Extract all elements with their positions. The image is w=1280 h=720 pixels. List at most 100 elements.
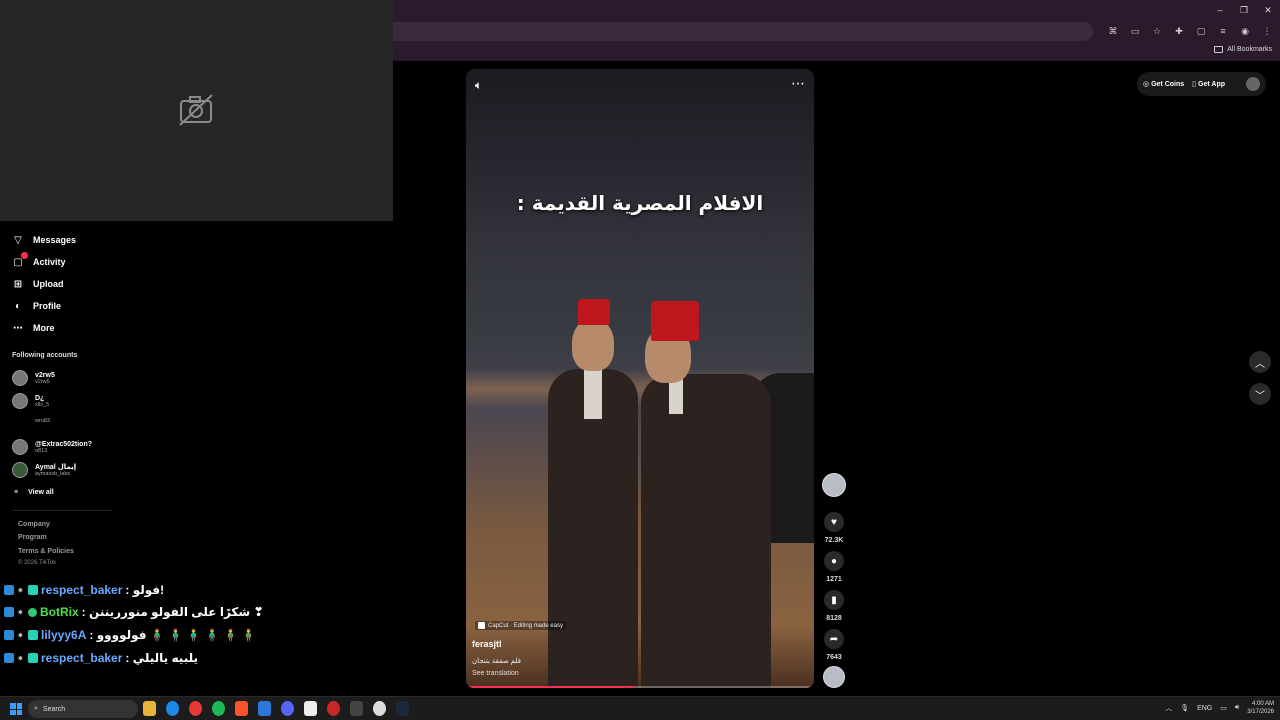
tray-chevron-icon[interactable]: ︿: [1165, 703, 1172, 713]
folder-icon: [1214, 46, 1224, 53]
taskbar: ⌕ Search ︿ 🎙︎ ENG ▭ 🔊︎ 4:00 AM 3/17/2026: [0, 696, 1280, 720]
avatar: [12, 439, 28, 455]
more-icon: ⋯: [13, 322, 23, 334]
star-badge-icon: ✷: [17, 586, 24, 595]
system-tray: ︿ 🎙︎ ENG ▭ 🔊︎ 4:00 AM 3/17/2026: [1165, 700, 1274, 716]
close-button[interactable]: ✕: [1256, 0, 1280, 20]
previous-video-button[interactable]: ︿: [1249, 351, 1271, 373]
star-badge-icon: ✷: [17, 654, 24, 663]
network-icon[interactable]: ▭: [1220, 704, 1227, 712]
star-badge-icon: ✷: [17, 631, 24, 640]
restore-button[interactable]: ❐: [1232, 0, 1256, 20]
profile-icon: ◐: [14, 300, 22, 312]
language-indicator[interactable]: ENG: [1197, 705, 1212, 712]
webcam-overlay: [0, 0, 393, 221]
sidebar-item-upload[interactable]: ⊞ Upload: [12, 277, 64, 291]
microphone-icon[interactable]: 🎙︎: [1180, 704, 1189, 712]
minimize-button[interactable]: –: [1208, 0, 1232, 20]
footer-link-company[interactable]: Company: [18, 521, 50, 528]
verified-badge-icon: [28, 607, 37, 617]
address-bar[interactable]: [393, 22, 1093, 41]
steam-icon[interactable]: [396, 701, 409, 716]
install-icon[interactable]: ▭: [1128, 23, 1142, 39]
video-person-right: [641, 299, 771, 688]
following-account[interactable]: v2rw5 v2rw5: [12, 370, 55, 386]
get-app-button[interactable]: ▯ Get App: [1192, 80, 1225, 89]
video-description: فلم صفقة بتنجان: [472, 658, 521, 665]
chat-username: BotRix: [40, 605, 79, 619]
sidebar-item-profile[interactable]: ◐ Profile: [12, 299, 61, 313]
following-account[interactable]: D¿ xlls_5: [12, 393, 49, 409]
video-progress-bar[interactable]: [466, 686, 814, 688]
user-avatar[interactable]: [1246, 77, 1260, 91]
save-button[interactable]: ▮: [824, 590, 844, 610]
chat-text: : يلبيه ياليلي: [125, 651, 199, 665]
view-all-button[interactable]: ≡ View all: [14, 489, 54, 496]
sidebar-item-activity[interactable]: ▢ Activity: [12, 252, 66, 269]
chat-text: : فولوووو 🧍‍♂️ 🧍‍♂️ 🧍‍♂️ 🧍‍♂️ 🧍‍♂️ 🧍‍♂️: [89, 628, 257, 642]
taskbar-apps: [143, 701, 409, 716]
star-badge-icon: ✷: [17, 608, 24, 617]
bookmark-star-icon[interactable]: ☆: [1150, 23, 1164, 39]
capcut-tag[interactable]: CapCut · Editing made easy: [475, 621, 567, 630]
file-explorer-icon[interactable]: [143, 701, 156, 716]
taskbar-search[interactable]: ⌕ Search: [28, 700, 138, 718]
like-button[interactable]: ♥: [824, 512, 844, 532]
chevron-down-icon: ﹀: [1255, 390, 1265, 402]
account-handle: o813: [35, 447, 48, 454]
footer-link-program[interactable]: Program: [18, 534, 47, 541]
all-bookmarks[interactable]: All Bookmarks: [1214, 46, 1272, 53]
volume-icon[interactable]: 🔊︎: [1235, 704, 1239, 712]
window-controls: – ❐ ✕: [1208, 0, 1280, 20]
video-player[interactable]: الافلام المصرية القديمة : 🔈︎ ⋯ CapCut · …: [466, 69, 814, 688]
get-app-label: Get App: [1198, 80, 1225, 88]
following-account[interactable]: wru83: [35, 418, 50, 424]
settings-icon[interactable]: [373, 701, 386, 716]
video-caption: الافلام المصرية القديمة :: [516, 191, 764, 215]
edge-icon[interactable]: [166, 701, 179, 716]
terminal-icon[interactable]: [350, 701, 363, 716]
profile-icon[interactable]: ◉: [1238, 23, 1252, 39]
outlook-icon[interactable]: [258, 701, 271, 716]
like-count: 72.3K: [824, 537, 844, 544]
chat-message: ✷ respect_baker : يلبيه ياليلي: [4, 650, 198, 666]
more-options-icon[interactable]: ⋯: [791, 75, 805, 92]
obs-icon[interactable]: [304, 701, 317, 716]
spotify-icon[interactable]: [212, 701, 225, 716]
account-handle: wru83: [35, 418, 50, 424]
following-account[interactable]: Aymal إيمال aymasxb_labs: [12, 462, 76, 478]
coin-icon: ◎: [1143, 81, 1150, 88]
next-video-button[interactable]: ﹀: [1249, 383, 1271, 405]
clock-time: 4:00 AM: [1251, 701, 1274, 707]
comment-button[interactable]: ●: [824, 551, 844, 571]
windows-start-icon[interactable]: [10, 703, 22, 715]
music-disc-avatar[interactable]: [823, 666, 845, 688]
discord-icon[interactable]: [281, 701, 294, 716]
menu-icon[interactable]: ⋮: [1260, 23, 1274, 39]
media-icon[interactable]: ≡: [1216, 23, 1230, 39]
clock[interactable]: 4:00 AM 3/17/2026: [1247, 700, 1274, 716]
share-button[interactable]: ➦: [824, 629, 844, 649]
sidebar-item-more[interactable]: ⋯ More: [12, 321, 55, 335]
following-account[interactable]: @Extrac502tion? o813: [12, 439, 92, 455]
video-author[interactable]: ferasjtl: [472, 639, 502, 649]
creator-avatar[interactable]: [822, 473, 846, 497]
account-handle: xlls_5: [35, 401, 50, 408]
sidebar-item-label: Activity: [33, 257, 66, 267]
see-translation-link[interactable]: See translation: [472, 670, 519, 677]
chrome-icon[interactable]: [189, 701, 202, 716]
get-coins-button[interactable]: ◎ Get Coins: [1143, 80, 1184, 89]
sidebar-item-messages[interactable]: ▽ Messages: [12, 233, 76, 247]
comment-count: 1271: [826, 576, 842, 583]
browser-toolbar: ⌘ ▭ ☆ ✚ ▢ ≡ ◉ ⋮: [393, 20, 1280, 43]
chrome-canary-icon[interactable]: [327, 701, 340, 716]
brave-icon[interactable]: [235, 701, 248, 716]
footer-link-terms[interactable]: Terms & Policies: [18, 548, 74, 555]
clock-date: 3/17/2026: [1247, 709, 1274, 715]
view-all-label: View all: [28, 489, 54, 496]
volume-icon[interactable]: 🔈︎: [475, 78, 482, 93]
cast-icon[interactable]: ▢: [1194, 23, 1208, 39]
camera-off-icon: [179, 94, 213, 126]
extensions-icon[interactable]: ✚: [1172, 23, 1186, 39]
translate-icon[interactable]: ⌘: [1106, 23, 1120, 39]
